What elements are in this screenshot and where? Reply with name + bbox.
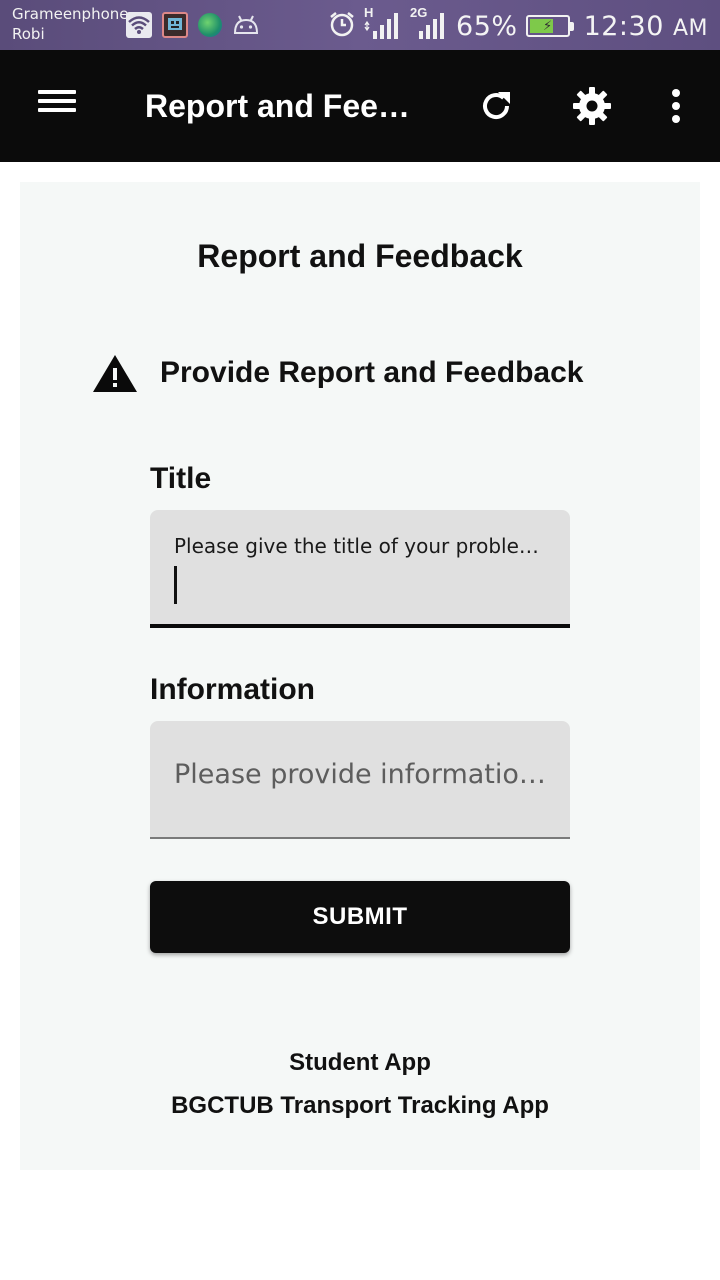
information-label: Information <box>150 673 315 706</box>
alarm-icon <box>328 10 356 43</box>
android-debug-icon <box>232 14 260 41</box>
app-notification-icon <box>162 12 188 38</box>
report-feedback-card: Report and Feedback Provide Report and F… <box>20 182 700 1170</box>
globe-icon <box>198 13 222 37</box>
refresh-icon <box>483 92 510 120</box>
battery-charging-icon: ⚡ <box>525 15 574 37</box>
menu-button[interactable] <box>28 86 84 126</box>
section-heading: Provide Report and Feedback <box>92 352 583 394</box>
footer-app-name: BGCTUB Transport Tracking App <box>171 1092 549 1119</box>
section-heading-text: Provide Report and Feedback <box>160 356 584 389</box>
title-label: Title <box>150 462 212 495</box>
app-bar: Report and Feedback <box>0 50 720 162</box>
more-vert-icon <box>672 89 680 123</box>
carrier-2: Robi <box>12 25 45 43</box>
information-input[interactable]: Please provide information about your pr… <box>150 721 570 839</box>
text-cursor <box>174 566 177 604</box>
clock-suffix: AM <box>672 15 708 41</box>
page-title: Report and Feedback <box>197 238 523 274</box>
carrier-names: Grameenphone Robi <box>12 4 129 44</box>
warning-icon <box>93 355 137 392</box>
signal-icon: 2G <box>410 5 448 43</box>
battery-percentage: 65% <box>456 10 518 42</box>
title-input[interactable]: Please give the title of your problem or… <box>150 510 570 628</box>
wifi-icon <box>126 12 152 38</box>
status-bar: Grameenphone Robi H 2G 65% ⚡ 12:30 AM <box>0 0 720 50</box>
information-placeholder: Please provide information about your pr… <box>174 759 546 790</box>
carrier-1: Grameenphone <box>12 5 129 23</box>
settings-icon <box>573 87 611 125</box>
menu-icon <box>38 90 76 94</box>
charging-bolt-icon: ⚡ <box>542 18 553 33</box>
status-right-group: H 2G 65% ⚡ 12:30 AM <box>328 5 708 46</box>
settings-button[interactable] <box>570 84 614 128</box>
overflow-menu-button[interactable] <box>654 84 698 128</box>
app-bar-title: Report and Feedback <box>145 88 425 124</box>
clock-time: 12:30 <box>583 10 664 42</box>
menu-icon <box>38 99 76 103</box>
signal-icon: H <box>364 5 402 43</box>
footer-app-type: Student App <box>289 1049 431 1076</box>
refresh-button[interactable] <box>474 84 518 128</box>
submit-button[interactable]: SUBMIT <box>150 881 570 953</box>
menu-icon <box>38 108 76 112</box>
title-floating-hint: Please give the title of your problem or… <box>174 534 554 558</box>
clock: 12:30 AM <box>584 11 708 42</box>
